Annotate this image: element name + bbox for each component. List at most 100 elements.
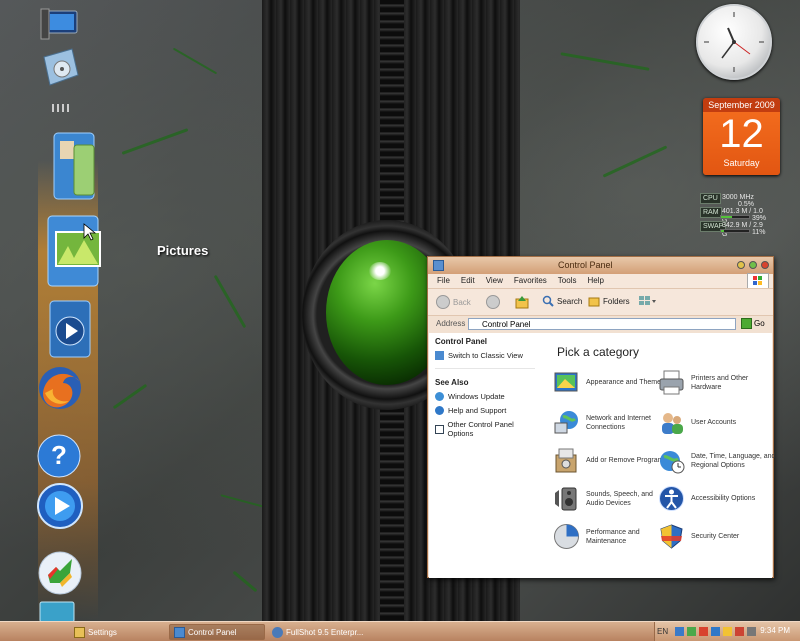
date-time-globe-icon (660, 451, 685, 474)
menu-file[interactable]: File (437, 274, 450, 288)
tray-security-icon[interactable] (699, 627, 708, 636)
address-bar: Address Control Panel Go (428, 315, 773, 332)
tray-alert-icon[interactable] (723, 627, 732, 636)
back-button[interactable]: Back (436, 295, 471, 309)
security-shield-icon (660, 524, 683, 549)
control-panel-window-icon (433, 260, 444, 271)
switch-classic-view-link[interactable]: Switch to Classic View (435, 351, 535, 360)
meter-swap-bar (720, 229, 750, 233)
forward-button[interactable] (486, 295, 500, 309)
address-input[interactable]: Control Panel (468, 318, 736, 330)
meter-cpu-label: CPU (700, 193, 721, 204)
category-network-internet[interactable]: Network and Internet Connections (553, 409, 671, 436)
taskbar-item-fullshot[interactable]: FullShot 9.5 Enterpr... (268, 624, 384, 640)
dock-label-pictures: Pictures (157, 243, 209, 258)
window-title-bar[interactable]: Control Panel (428, 257, 773, 274)
calendar-month-year: September 2009 (703, 98, 780, 112)
category-user-accounts[interactable]: User Accounts (658, 409, 776, 436)
media-player-icon[interactable] (32, 478, 88, 534)
folders-button[interactable]: Folders (588, 295, 630, 307)
category-sounds-audio[interactable]: Sounds, Speech, and Audio Devices (553, 485, 671, 512)
my-computer-icon[interactable] (34, 4, 82, 44)
menu-favorites[interactable]: Favorites (514, 274, 547, 288)
tray-app-icon[interactable] (711, 627, 720, 636)
tray-volume-icon[interactable] (747, 627, 756, 636)
user-accounts-label: User Accounts (691, 419, 737, 426)
meter-ram-bar (720, 215, 750, 219)
windows-logo-icon[interactable] (32, 548, 88, 598)
switch-classic-view-label: Switch to Classic View (448, 351, 523, 360)
options-checkbox-icon (435, 424, 444, 434)
taskbar: Settings Control Panel FullShot 9.5 Ente… (0, 621, 800, 641)
menu-help[interactable]: Help (587, 274, 603, 288)
menu-bar: File Edit View Favorites Tools Help (428, 273, 773, 289)
wallpaper-crack (220, 494, 265, 508)
language-indicator[interactable]: EN (657, 627, 668, 636)
help-support-link[interactable]: Help and Support (435, 406, 535, 415)
other-options-label: Other Control Panel Options (447, 420, 514, 438)
windows-update-link[interactable]: Windows Update (435, 392, 535, 401)
minimize-button[interactable] (737, 261, 745, 269)
category-security-center[interactable]: Security Center (658, 523, 776, 550)
tray-update-icon[interactable] (687, 627, 696, 636)
disc-box-icon[interactable] (36, 44, 84, 90)
window-title: Control Panel (558, 260, 613, 270)
firefox-icon[interactable] (32, 360, 88, 416)
category-date-time-language[interactable]: Date, Time, Language, and Regional Optio… (658, 447, 776, 474)
category-area: Pick a category Appearance and Themes Pr… (541, 333, 775, 578)
wallpaper-crack (121, 128, 189, 155)
windows-flag-icon (747, 273, 769, 289)
analog-clock-widget (696, 4, 772, 80)
add-remove-programs-label: Add or Remove Programs (586, 457, 667, 464)
taskbar-fullshot-label: FullShot 9.5 Enterpr... (286, 627, 364, 637)
category-appearance-themes[interactable]: Appearance and Themes (553, 369, 671, 396)
maximize-button[interactable] (749, 261, 757, 269)
folder-partial-icon[interactable] (34, 600, 82, 622)
toolbar: Back Search Folders (428, 288, 773, 315)
views-button[interactable] (638, 295, 656, 307)
category-add-remove-programs[interactable]: Add or Remove Programs (553, 447, 671, 474)
icon-dock: Pictures ? (28, 0, 208, 622)
tray-clock[interactable]: 9:34 PM (760, 626, 790, 635)
contacts-folder-icon[interactable] (48, 125, 104, 205)
up-folder-button[interactable] (515, 295, 529, 309)
task-pane: Control Panel Switch to Classic View See… (429, 333, 541, 578)
media-player-video-icon[interactable] (42, 296, 98, 362)
pick-category-heading: Pick a category (557, 345, 640, 359)
wallpaper-crack (232, 570, 258, 593)
menu-edit[interactable]: Edit (461, 274, 475, 288)
other-options-link[interactable]: Other Control Panel Options (435, 420, 535, 438)
go-button[interactable]: Go (741, 318, 765, 329)
menu-tools[interactable]: Tools (558, 274, 577, 288)
task-pane-title[interactable]: Control Panel (435, 337, 535, 346)
folder-icon (74, 626, 85, 638)
go-arrow-icon (741, 318, 752, 329)
appearance-themes-icon (554, 372, 578, 392)
tray-network-icon[interactable] (675, 627, 684, 636)
tray-antivirus-icon[interactable] (735, 627, 744, 636)
category-printers-hardware[interactable]: Printers and Other Hardware (658, 369, 776, 396)
wallpaper-crack (213, 274, 247, 329)
accessibility-label: Accessibility Options (691, 495, 756, 502)
wallpaper-crack (172, 47, 218, 75)
taskbar-item-control-panel[interactable]: Control Panel (169, 624, 265, 640)
dock-separator-icon (50, 98, 72, 116)
meter-ram-row: RAM 401.3 M / 1.0 G 39% (698, 207, 768, 224)
taskbar-item-settings[interactable]: Settings (70, 624, 166, 640)
category-performance-maintenance[interactable]: Performance and Maintenance (553, 523, 671, 550)
pictures-folder-icon[interactable] (44, 210, 108, 292)
close-button[interactable] (761, 261, 769, 269)
category-accessibility[interactable]: Accessibility Options (658, 485, 776, 512)
folders-label: Folders (603, 296, 630, 306)
windows-update-icon (435, 392, 444, 401)
help-icon[interactable]: ? (32, 430, 86, 482)
meter-ram-label: RAM (700, 207, 722, 218)
user-accounts-icon (662, 413, 683, 434)
date-time-label: Date, Time, Language, and Regional Optio… (691, 452, 776, 469)
network-globe-icon (554, 411, 578, 434)
menu-view[interactable]: View (486, 274, 503, 288)
system-meter-widget: CPU 3000 MHz 0.5% RAM 401.3 M / 1.0 G 39… (698, 193, 768, 238)
see-also-title[interactable]: See Also (435, 378, 535, 387)
search-button[interactable]: Search (542, 295, 582, 307)
calendar-widget: September 2009 12 Saturday (703, 98, 780, 175)
